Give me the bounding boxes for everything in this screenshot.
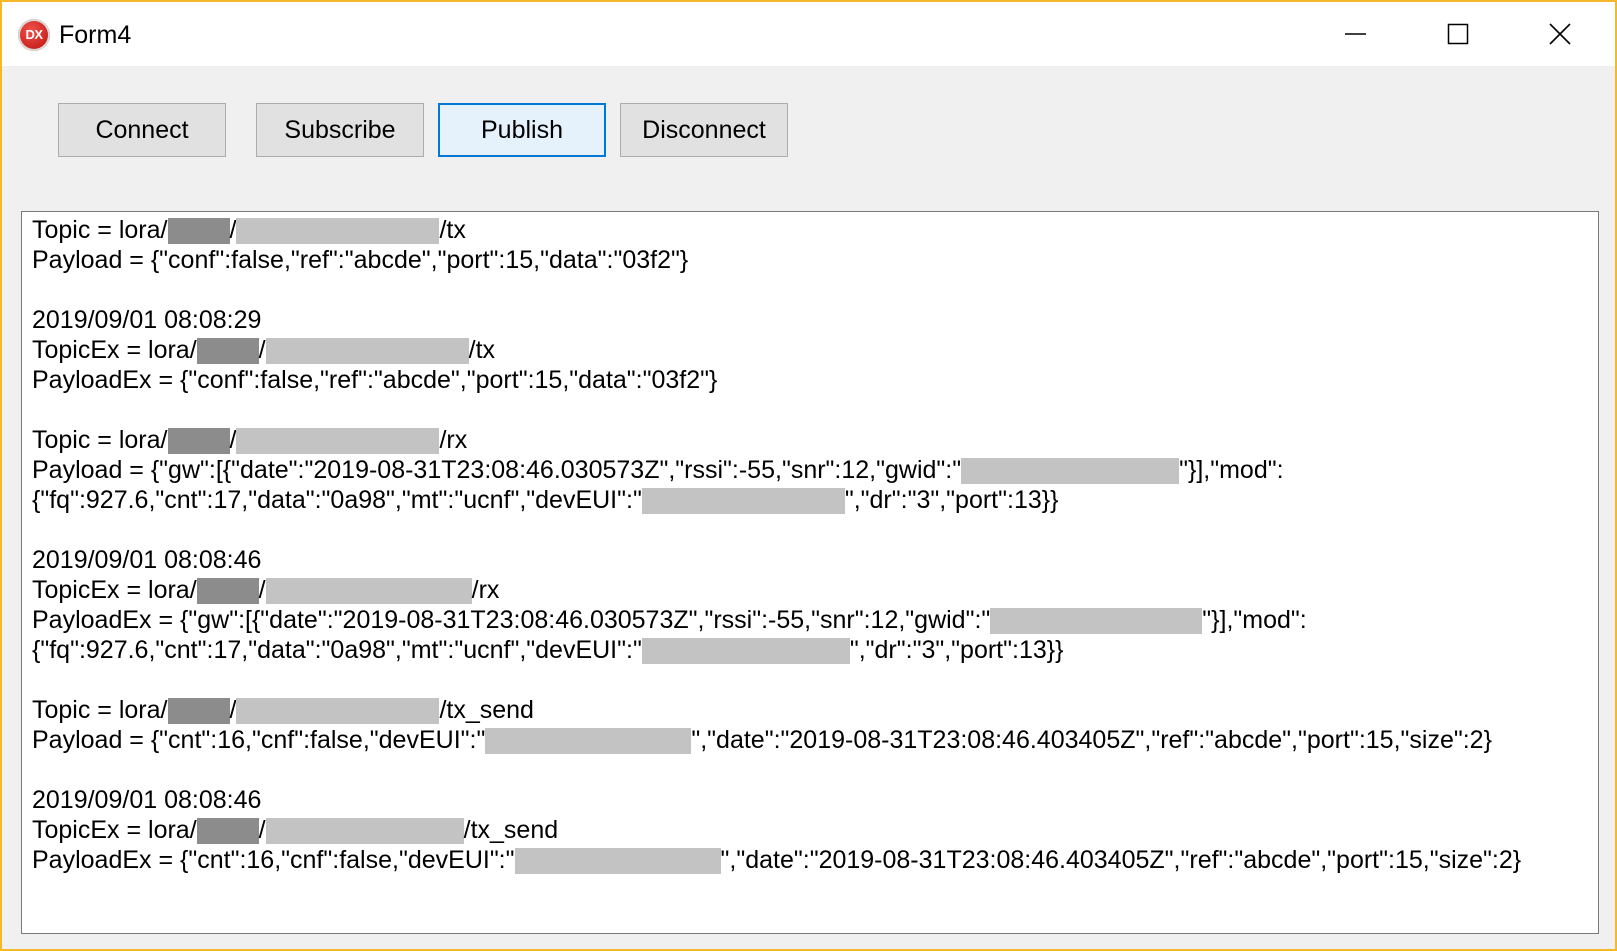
log-text: ","dr":"3","port":13}}	[844, 486, 1059, 514]
log-text: Payload = {"cnt":16,"cnf":false,"devEUI"…	[32, 726, 486, 754]
redacted-block	[265, 338, 469, 364]
log-text: Payload = {"conf":false,"ref":"abcde","p…	[32, 246, 689, 274]
log-text: "}],"mod":	[1202, 606, 1307, 634]
log-line: Payload = {"conf":false,"ref":"abcde","p…	[32, 245, 1594, 275]
redacted-block	[990, 608, 1203, 634]
log-line: 2019/09/01 08:08:46	[32, 545, 1594, 575]
log-text: /	[258, 816, 266, 844]
log-text: {"fq":927.6,"cnt":17,"data":"0a98","mt":…	[32, 636, 642, 664]
redacted-block	[167, 218, 230, 244]
close-icon	[1549, 23, 1571, 45]
redacted-block	[236, 218, 440, 244]
log-line: Topic = lora/ / /tx	[32, 215, 1594, 245]
redacted-block	[196, 818, 259, 844]
redacted-block	[641, 638, 850, 664]
maximize-button[interactable]	[1407, 2, 1509, 66]
log-text: /	[229, 426, 237, 454]
log-line: TopicEx = lora/ / /tx_send	[32, 815, 1594, 845]
log-line: PayloadEx = {"gw":[{"date":"2019-08-31T2…	[32, 605, 1594, 635]
log-line: PayloadEx = {"cnt":16,"cnf":false,"devEU…	[32, 845, 1594, 875]
connect-button[interactable]: Connect	[58, 103, 226, 157]
redacted-block	[485, 728, 692, 754]
log-content: Topic = lora///tx Payload = {"conf":false…	[32, 215, 1594, 875]
log-line: TopicEx = lora/ / /rx	[32, 575, 1594, 605]
log-text: /	[258, 336, 266, 364]
log-text: /tx_send	[439, 696, 534, 724]
log-line: TopicEx = lora/ / /tx	[32, 335, 1594, 365]
log-text: TopicEx = lora/	[32, 816, 197, 844]
redacted-block	[961, 458, 1180, 484]
log-text: 2019/09/01 08:08:29	[32, 306, 262, 334]
minimize-button[interactable]	[1305, 2, 1407, 66]
form4-window: DX Form4 Connect Subscribe Publish Disco…	[0, 0, 1617, 951]
log-line: Payload = {"cnt":16,"cnf":false,"devEUI"…	[32, 725, 1594, 755]
log-text: Topic = lora/	[32, 696, 168, 724]
redacted-block	[265, 578, 472, 604]
maximize-icon	[1447, 23, 1469, 45]
log-text: Topic = lora/	[32, 426, 168, 454]
log-text: Payload = {"gw":[{"date":"2019-08-31T23:…	[32, 456, 962, 484]
log-text: /	[229, 696, 237, 724]
redacted-block	[236, 428, 440, 454]
disconnect-button[interactable]: Disconnect	[620, 103, 788, 157]
log-text: 2019/09/01 08:08:46	[32, 546, 262, 574]
log-text: {"fq":927.6,"cnt":17,"data":"0a98","mt":…	[32, 486, 642, 514]
log-line: PayloadEx = {"conf":false,"ref":"abcde",…	[32, 365, 1594, 395]
log-line: {"fq":927.6,"cnt":17,"data":"0a98","mt":…	[32, 635, 1594, 665]
redacted-block	[265, 818, 464, 844]
log-text: /	[258, 576, 266, 604]
log-text: TopicEx = lora/	[32, 336, 197, 364]
log-text: Topic = lora/	[32, 216, 168, 244]
log-line: Topic = lora/ / /rx	[32, 425, 1594, 455]
log-line: Topic = lora/ / /tx_send	[32, 695, 1594, 725]
redacted-block	[236, 698, 440, 724]
publish-button[interactable]: Publish	[438, 103, 606, 157]
log-text: 2019/09/01 08:08:46	[32, 786, 262, 814]
log-text: ","date":"2019-08-31T23:08:46.403405Z","…	[691, 726, 1492, 754]
log-text: PayloadEx = {"conf":false,"ref":"abcde",…	[32, 366, 718, 394]
title-bar[interactable]: DX Form4	[2, 2, 1615, 66]
devexpress-app-icon: DX	[18, 19, 50, 51]
log-memo[interactable]: Topic = lora///tx Payload = {"conf":false…	[21, 211, 1599, 934]
log-line: 2019/09/01 08:08:46	[32, 785, 1594, 815]
redacted-block	[167, 428, 230, 454]
log-line: {"fq":927.6,"cnt":17,"data":"0a98","mt":…	[32, 485, 1594, 515]
subscribe-button[interactable]: Subscribe	[256, 103, 424, 157]
log-text: "}],"mod":	[1179, 456, 1284, 484]
log-line: 2019/09/01 08:08:29	[32, 305, 1594, 335]
redacted-block	[641, 488, 845, 514]
log-text: /tx	[439, 216, 466, 244]
log-text: PayloadEx = {"gw":[{"date":"2019-08-31T2…	[32, 606, 991, 634]
log-text: TopicEx = lora/	[32, 576, 197, 604]
log-text: PayloadEx = {"cnt":16,"cnf":false,"devEU…	[32, 846, 515, 874]
close-button[interactable]	[1509, 2, 1611, 66]
window-title: Form4	[59, 21, 132, 49]
log-text: ","date":"2019-08-31T23:08:46.403405Z","…	[720, 846, 1522, 874]
log-text: /rx	[471, 576, 500, 604]
redacted-block	[196, 338, 259, 364]
minimize-icon	[1345, 33, 1366, 35]
log-text: ","dr":"3","port":13}}	[849, 636, 1064, 664]
redacted-block	[167, 698, 230, 724]
log-text: /tx	[468, 336, 496, 364]
log-text: /rx	[439, 426, 468, 454]
redacted-block	[196, 578, 259, 604]
log-text: /tx_send	[463, 816, 559, 844]
log-text: /	[229, 216, 237, 244]
log-line: Payload = {"gw":[{"date":"2019-08-31T23:…	[32, 455, 1594, 485]
redacted-block	[514, 848, 721, 874]
